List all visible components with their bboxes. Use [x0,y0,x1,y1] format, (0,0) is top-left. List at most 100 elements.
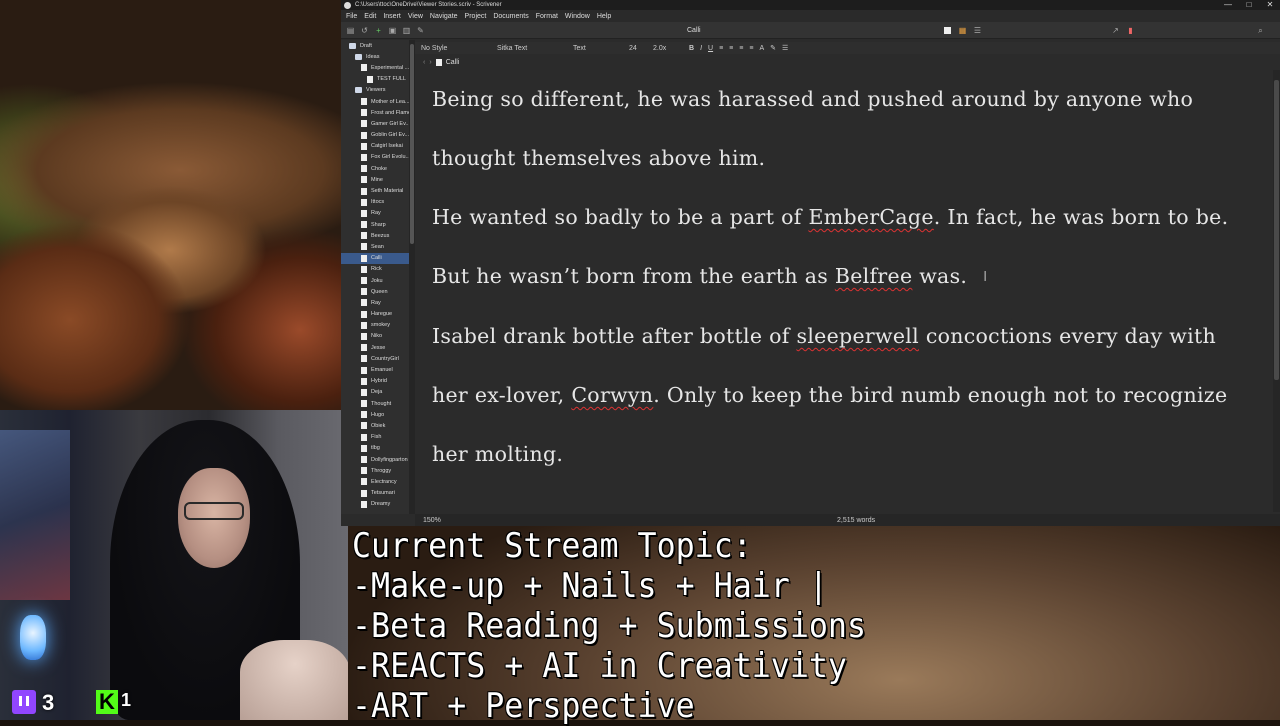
line-spacing-select[interactable]: 2.0x [653,45,683,52]
binder-item[interactable]: Sean [341,241,409,252]
history-icon[interactable]: ↺ [360,26,369,35]
single-view-icon[interactable] [944,26,951,34]
binder-item-label: Experimental ... [371,64,409,71]
text-run: Isabel drank bottle after bottle of [432,324,797,348]
binder-item[interactable]: Gamer Girl Ev... [341,118,409,129]
bookmark-icon[interactable]: ▮ [1126,26,1135,35]
menu-navigate[interactable]: Navigate [430,13,458,20]
binder-item[interactable]: Dollyfingparton [341,454,409,465]
binder-item[interactable]: Ray [341,297,409,308]
list-icon[interactable]: ☰ [782,44,788,52]
editor-text-area[interactable]: Being so different, he was harassed and … [415,70,1273,512]
binder-item[interactable]: Jesse [341,342,409,353]
maximize-button[interactable]: □ [1239,0,1259,10]
binder-item[interactable]: Sharp [341,219,409,230]
format-bar: No Style Sitka Text Text 24 2.0x B I U ≡… [415,42,1280,54]
share-icon[interactable]: ↗ [1111,26,1120,35]
binder-item[interactable]: Hugo [341,409,409,420]
binder-item[interactable]: Rick [341,264,409,275]
minimize-button[interactable]: — [1218,0,1238,10]
menu-insert[interactable]: Insert [383,13,401,20]
binder-item[interactable]: Choke [341,163,409,174]
binder-item[interactable]: Throggy [341,465,409,476]
menu-file[interactable]: File [346,13,357,20]
editor-scrollbar[interactable] [1273,70,1280,512]
bold-button[interactable]: B [689,45,694,52]
nav-back-button[interactable]: ‹ [423,59,425,66]
binder-item[interactable]: Mother of Lea... [341,96,409,107]
twitch-icon [12,690,36,714]
binder-item[interactable]: Calli [341,252,409,264]
align-center-icon[interactable]: ≡ [729,45,733,52]
style-select[interactable]: No Style [421,45,491,52]
binder-item-label: Queen [371,288,388,295]
binder-item[interactable]: CountryGirl [341,353,409,364]
binder-item[interactable]: Emanuel [341,364,409,375]
menu-format[interactable]: Format [536,13,558,20]
align-right-icon[interactable]: ≡ [739,45,743,52]
document-icon [361,433,367,441]
justify-icon[interactable]: ≡ [749,45,753,52]
binder-item[interactable]: Hybrid [341,376,409,387]
binder-item[interactable]: Obiek [341,420,409,431]
nav-forward-button[interactable]: › [429,59,431,66]
outline-icon[interactable]: ☰ [973,26,982,35]
binder-item[interactable]: Draft [341,40,409,51]
text-run: He wanted so badly to be a part of [432,205,809,229]
trash-icon[interactable]: ▥ [402,26,411,35]
binder-item[interactable]: Queen [341,286,409,297]
binder-item[interactable]: Joku [341,275,409,286]
binder-item[interactable]: tlbg [341,443,409,454]
binder-item[interactable]: Haregue [341,309,409,320]
zoom-select[interactable]: 150% [423,517,441,524]
text-color-icon[interactable]: A [759,45,764,52]
font-select[interactable]: Sitka Text [497,45,567,52]
binder-toggle-icon[interactable]: ▤ [346,26,355,35]
binder-item[interactable]: Goblin Girl Ev... [341,130,409,141]
underline-button[interactable]: U [708,45,713,52]
italic-button[interactable]: I [700,45,702,52]
binder-item[interactable]: Tetsumari [341,488,409,499]
close-button[interactable]: ✕ [1260,0,1280,10]
binder-item[interactable]: TEST FULL [341,74,409,85]
add-icon[interactable]: + [374,26,383,35]
font-size-select[interactable]: 24 [629,45,647,52]
binder-item[interactable]: Ray [341,208,409,219]
binder-item-label: Fish [371,434,382,441]
menu-view[interactable]: View [408,13,423,20]
search-icon[interactable]: ⌕ [1256,26,1265,35]
binder-item[interactable]: Deja [341,387,409,398]
binder-item[interactable]: smokey [341,320,409,331]
menu-edit[interactable]: Edit [364,13,376,20]
menu-help[interactable]: Help [597,13,611,20]
binder-item[interactable]: Seth Material [341,185,409,196]
binder-item[interactable]: Niko [341,331,409,342]
binder-item[interactable]: Frost and Flame [341,107,409,118]
binder-item[interactable]: Experimental ... [341,62,409,73]
binder-item[interactable]: Beezus [341,230,409,241]
binder-item[interactable]: Fish [341,432,409,443]
binder-item[interactable]: Catgirl Isekai [341,141,409,152]
align-left-icon[interactable]: ≡ [719,45,723,52]
binder-item[interactable]: Mine [341,174,409,185]
folder-icon[interactable]: ▣ [388,26,397,35]
kick-viewer-count: 1 [121,690,132,710]
binder-item[interactable]: Electrancy [341,476,409,487]
binder-item[interactable]: Ideas [341,51,409,62]
edit-icon[interactable]: ✎ [416,26,425,35]
binder-item[interactable]: Fox Girl Evolu... [341,152,409,163]
corkboard-icon[interactable]: ▦ [958,26,967,35]
binder-item-label: Obiek [371,422,386,429]
binder-item[interactable]: Dreamy [341,499,409,510]
binder-item[interactable]: Ittocs [341,197,409,208]
binder-item[interactable]: Viewers [341,85,409,96]
editor-line: thought themselves above him. [415,129,1273,188]
menu-window[interactable]: Window [565,13,590,20]
binder-item-label: TEST FULL [377,76,406,83]
typeface-select[interactable]: Text [573,45,623,52]
menu-documents[interactable]: Documents [493,13,528,20]
text-cursor-icon: I [983,270,988,285]
binder-item[interactable]: Thought [341,398,409,409]
menu-project[interactable]: Project [465,13,487,20]
highlight-icon[interactable]: ✎ [770,44,776,52]
